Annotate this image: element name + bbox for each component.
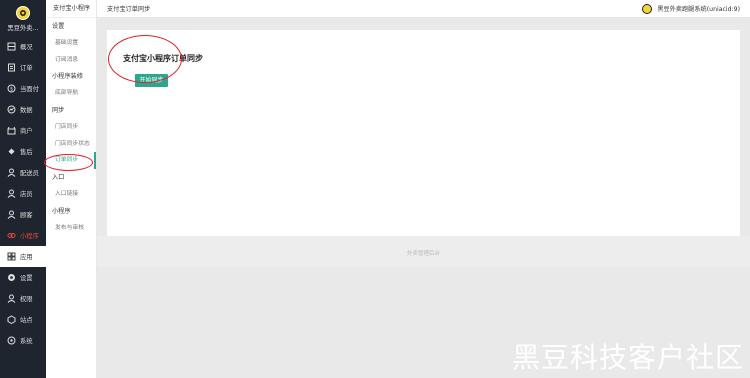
sub-item-bottom-nav[interactable]: 底部导航	[46, 85, 96, 102]
dashboard-icon	[6, 42, 16, 52]
brand[interactable]: 黑豆外卖...	[0, 0, 46, 36]
sub-menu-title: 支付宝小程序	[46, 0, 96, 18]
nav-label: 店员	[20, 191, 33, 198]
annotation-circle-menu	[44, 154, 93, 171]
site-icon	[6, 315, 16, 325]
sub-menu: 支付宝小程序 设置 基础设置 订阅消息 小程序装修 底部导航 同步 门店同步 门…	[46, 0, 97, 378]
top-bar: 支付宝订单同步 黑豆外卖跑腿系统(uniacid:9)	[97, 0, 750, 18]
sub-group-label: 小程序	[52, 207, 71, 215]
sub-group-label: 小程序装修	[52, 73, 83, 81]
sync-panel: 支付宝小程序订单同步 开始同步	[107, 30, 740, 236]
nav-label: 商户	[20, 128, 33, 135]
nav-label: 数据	[20, 107, 33, 114]
nav-item-merchant[interactable]: 商户	[0, 120, 46, 141]
nav-item-system[interactable]: 系统	[0, 330, 46, 351]
courier-icon	[6, 168, 16, 178]
nav-item-data[interactable]: 数据	[0, 99, 46, 120]
nav-label: 设置	[20, 275, 33, 282]
sub-item-store-sync[interactable]: 门店同步	[46, 119, 96, 136]
account-menu[interactable]: 黑豆外卖跑腿系统(uniacid:9)	[642, 3, 740, 14]
sub-group-label: 同步	[52, 107, 65, 115]
nav-item-mini-program[interactable]: 小程序	[0, 225, 46, 246]
apps-icon	[6, 252, 16, 262]
nav-label: 权限	[20, 296, 33, 303]
nav-item-settings[interactable]: 设置	[0, 267, 46, 288]
mini-program-icon	[6, 231, 16, 241]
nav-item-apps[interactable]: 应用	[0, 246, 46, 267]
nav-item-site[interactable]: 站点	[0, 309, 46, 330]
sub-item-basic-settings[interactable]: 基础设置	[46, 35, 96, 52]
staff-icon	[6, 189, 16, 199]
nav-item-overview[interactable]: 概况	[0, 36, 46, 57]
annotation-circle-title	[108, 35, 182, 83]
breadcrumb: 支付宝订单同步	[107, 6, 151, 13]
brand-logo-icon	[16, 6, 30, 20]
payment-icon: $	[6, 84, 16, 94]
footer-text: 外卖管理后台	[406, 251, 440, 257]
svg-text:$: $	[10, 87, 13, 93]
nav-label: 售后	[20, 149, 33, 156]
nav-label: 订单	[20, 65, 33, 72]
gear-icon	[6, 273, 16, 283]
nav-item-after-sales[interactable]: 售后	[0, 141, 46, 162]
main-sidebar: 黑豆外卖... 概况 订单 $ 当面付 数据 商户 售后 配送员 店员 顾客 小程…	[0, 0, 46, 378]
nav-item-customer[interactable]: 顾客	[0, 204, 46, 225]
nav-item-staff[interactable]: 店员	[0, 183, 46, 204]
sub-item-publish-review[interactable]: 发布与审核	[46, 220, 96, 237]
nav-label: 顾客	[20, 212, 33, 219]
sub-group-label: 设置	[52, 23, 65, 30]
system-icon	[6, 336, 16, 346]
brand-name: 黑豆外卖...	[7, 25, 39, 32]
nav-label: 系统	[20, 338, 33, 345]
nav-item-permission[interactable]: 权限	[0, 288, 46, 309]
watermark: 黑豆科技客户社区	[511, 341, 744, 374]
sub-item-store-sync-status[interactable]: 门店同步状态	[46, 136, 96, 153]
customer-icon	[6, 210, 16, 220]
sub-item-subscribe-message[interactable]: 订阅消息	[46, 52, 96, 69]
chart-icon	[6, 105, 16, 115]
nav-label: 应用	[20, 254, 33, 261]
nav-item-courier[interactable]: 配送员	[0, 162, 46, 183]
nav-label: 概况	[20, 44, 33, 51]
nav-label: 配送员	[20, 170, 39, 177]
main-content: 支付宝小程序订单同步 开始同步 外卖管理后台 黑豆科技客户社区	[97, 18, 750, 378]
avatar	[642, 3, 653, 14]
sub-group-label: 入口	[52, 174, 65, 182]
nav-label: 小程序	[20, 233, 39, 240]
nav-label: 站点	[20, 317, 33, 324]
order-icon	[6, 63, 16, 73]
nav-item-orders[interactable]: 订单	[0, 57, 46, 78]
account-name: 黑豆外卖跑腿系统(uniacid:9)	[657, 6, 740, 13]
nav-label: 当面付	[20, 86, 39, 93]
nav-item-payment[interactable]: $ 当面付	[0, 78, 46, 99]
permission-icon	[6, 294, 16, 304]
sub-item-entry-link[interactable]: 入口链接	[46, 186, 96, 203]
after-sales-icon	[6, 147, 16, 157]
shop-icon	[6, 126, 16, 136]
